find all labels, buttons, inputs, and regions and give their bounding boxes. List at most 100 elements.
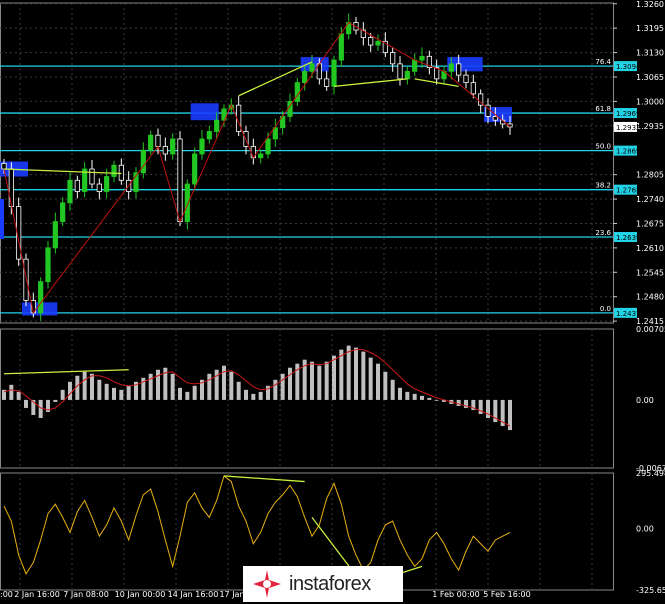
price-tick-label: 1.2675 — [636, 219, 664, 228]
fib-value-50.0: 1.2869 — [616, 148, 641, 156]
macd-signal-line — [3, 349, 511, 427]
candle-body — [456, 63, 462, 76]
macd-bar — [207, 373, 212, 400]
macd-bar — [156, 369, 160, 400]
price-axes: 1.32601.31951.31301.30651.30001.29351.28… — [613, 0, 664, 326]
macd-bar — [427, 397, 432, 400]
macd-bar — [434, 399, 439, 401]
macd-bar — [119, 389, 124, 400]
macd-bar — [24, 399, 28, 408]
candle-body — [214, 119, 220, 132]
candle-body — [412, 59, 418, 72]
candle-body — [140, 149, 146, 174]
macd-bar — [97, 379, 102, 400]
macd-bar — [273, 379, 278, 400]
candle-body — [8, 168, 14, 207]
candle-body — [331, 59, 337, 87]
macd-bar — [90, 373, 94, 400]
macd-panel: 0.007050.00-0.00677 — [2, 325, 665, 473]
candle-body — [74, 179, 80, 192]
price-tick-label: 1.2740 — [636, 195, 664, 204]
macd-bar — [9, 384, 14, 400]
macd-bar — [288, 367, 292, 400]
candle-body — [309, 63, 315, 72]
candle-body — [45, 247, 51, 283]
zone-edge — [0, 199, 4, 240]
chart-grid — [0, 2, 614, 591]
macd-bar — [332, 355, 336, 400]
price-tick-label: 1.3065 — [636, 73, 664, 82]
candle-body — [404, 70, 410, 80]
price-tick-label: 1.3130 — [636, 49, 664, 58]
price-tick-label: 1.3260 — [636, 0, 664, 9]
macd-bar — [361, 351, 366, 400]
macd-bar — [339, 349, 344, 400]
candle-body — [60, 202, 66, 222]
cci-tick-label: 295.4989 — [636, 469, 665, 478]
candle-body — [397, 63, 403, 80]
macd-bar — [310, 361, 314, 400]
time-label: :00 — [0, 590, 13, 599]
macd-tick-label: 0.00 — [636, 396, 654, 405]
zone-box-3 — [190, 103, 219, 121]
candle-body — [170, 138, 176, 155]
candle-body — [184, 183, 190, 222]
macd-bar — [405, 391, 410, 400]
candle-body — [199, 138, 205, 155]
candle-body — [419, 55, 425, 61]
candle-body — [324, 78, 330, 87]
fib-value-38.2: 1.2765 — [616, 187, 641, 195]
candle-body — [118, 164, 124, 181]
macd-bar — [82, 371, 87, 400]
macd-bar — [68, 381, 72, 400]
candle-body — [38, 281, 44, 314]
trendline-2 — [333, 78, 408, 88]
candle-body — [390, 52, 396, 65]
macd-bar — [192, 385, 197, 400]
candle-body — [448, 63, 454, 72]
macd-bar — [53, 399, 58, 402]
instaforex-watermark: instaforex — [243, 566, 403, 602]
macd-bar — [222, 365, 226, 400]
candle-body — [368, 37, 374, 46]
macd-bar — [170, 373, 175, 400]
candle-body — [302, 70, 308, 84]
macd-bar — [412, 393, 417, 400]
price-tick-label: 1.2480 — [636, 293, 664, 302]
time-label: 17 Jan — [219, 590, 244, 599]
fib-label-76.4: 76.4 — [595, 58, 611, 66]
candle-body — [104, 176, 110, 192]
price-tick-label: 1.2545 — [636, 268, 664, 277]
candle-body — [294, 82, 300, 102]
candle-body — [162, 146, 168, 155]
candle-body — [148, 134, 154, 151]
cci-divergence-line-0 — [223, 475, 305, 483]
candle-body — [111, 164, 117, 177]
macd-bar — [324, 361, 329, 400]
candle-body — [338, 33, 344, 61]
macd-bar — [16, 391, 21, 400]
macd-bar — [376, 363, 380, 400]
macd-bar — [383, 371, 388, 400]
macd-bar — [251, 393, 256, 400]
time-label: 7 Jan 08:00 — [63, 590, 109, 599]
candle-body — [96, 183, 102, 192]
macd-bar — [280, 373, 285, 400]
macd-bar — [60, 389, 65, 400]
macd-bar — [104, 383, 109, 400]
fib-label-38.2: 38.2 — [595, 182, 611, 190]
candle-body — [52, 221, 58, 249]
macd-bar — [456, 399, 461, 406]
price-tick-label: 1.2415 — [636, 317, 664, 326]
macd-bar — [126, 385, 131, 400]
macd-bar — [178, 387, 182, 400]
macd-bar — [214, 369, 219, 400]
candle-body — [492, 116, 498, 121]
time-label: 10 Jan 00:00 — [115, 590, 166, 599]
price-tick-label: 1.2610 — [636, 244, 664, 253]
fib-label-23.6: 23.6 — [595, 229, 611, 237]
macd-bar — [398, 387, 402, 400]
macd-bar — [368, 357, 373, 400]
macd-bar — [390, 379, 395, 400]
candle-body — [67, 179, 73, 204]
